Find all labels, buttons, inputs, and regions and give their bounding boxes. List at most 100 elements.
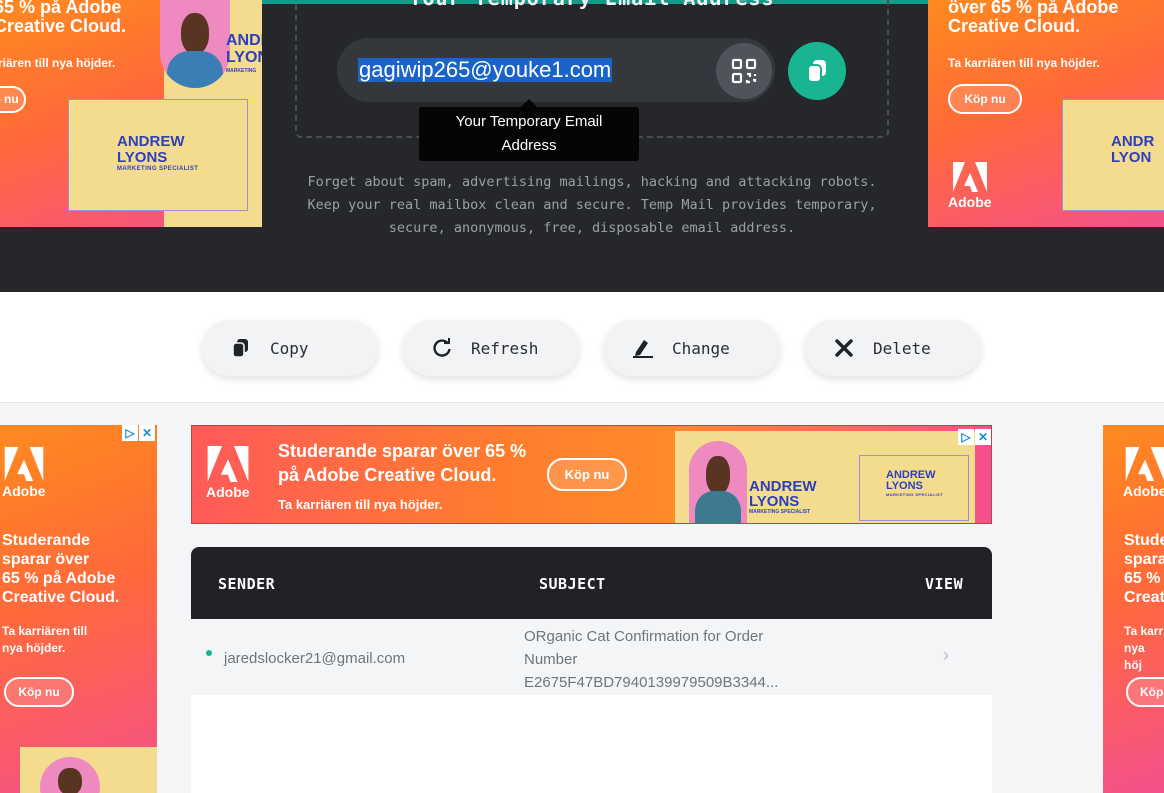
ad-card-name-line-2: LYONS [117,149,168,166]
ad-subtext: Ta karriären till nya höjder. [948,56,1100,70]
ad-poster-name-line-1: ANDR [226,32,262,49]
ad-cta-button[interactable]: Köp [1126,677,1164,707]
ad-side-left[interactable]: ▷ ✕ Adobe Studerande sparar över 65 % på … [0,425,157,793]
qr-code-button[interactable] [716,43,772,99]
ad-close-icon[interactable]: ✕ [139,425,155,441]
ad-subtext: Ta karriären till nya höjder. [278,497,443,512]
ad-business-card: ANDREW LYONS MARKETING SPECIALIST [859,455,969,521]
inbox-table: SENDER SUBJECT VIEW jaredslocker21@gmail… [191,547,992,793]
pen-icon [632,337,654,359]
ad-choices[interactable]: ▷ ✕ [958,429,991,445]
email-tooltip: Your Temporary Email Address [419,99,639,161]
change-button[interactable]: Change [604,320,780,376]
adobe-logo: Adobe [1123,447,1164,499]
copy-button[interactable]: Copy [202,320,378,376]
ad-poster-name: ANDR LYONS [226,32,262,66]
copy-icon [807,60,826,83]
column-sender: SENDER [218,575,276,593]
ad-poster-name-line-2: LYONS [226,49,262,66]
ad-card-name: ANDR LYON [1111,134,1154,166]
ad-cta-button[interactable]: Köp nu [948,84,1022,114]
refresh-icon [431,337,453,359]
ad-subtext: riären till nya höjder. [0,56,116,70]
ad-info-icon[interactable]: ▷ [958,429,974,445]
action-bar: Copy Refresh Change Delete [0,292,1164,403]
refresh-button-label: Refresh [471,338,539,358]
adobe-logo: Adobe [948,162,992,210]
ad-business-card: ANDR LYON [1062,99,1164,211]
delete-button-label: Delete [873,338,931,358]
mail-sender: jaredslocker21@gmail.com [224,650,406,667]
change-button-label: Change [672,338,730,358]
adobe-icon [1125,447,1164,481]
ad-cta-button[interactable]: Köp nu [4,677,74,707]
ad-subtext: Ta karr nya höj [1124,624,1164,672]
ad-card-name-line-2: LYONS [886,480,923,492]
ad-person-image [40,757,100,793]
ad-close-icon[interactable]: ✕ [975,429,991,445]
ad-poster: ANDREW LYONS MARKETING SPECIALIST ANDREW… [675,431,975,523]
ad-choices[interactable]: ▷ ✕ [122,425,155,441]
adobe-wordmark: Adobe [206,484,250,500]
ad-card-role: MARKETING SPECIALIST [117,166,199,172]
ad-name-role: MARKETING SPECIALIST [749,509,811,515]
ad-card-name: ANDREW LYONS MARKETING SPECIALIST [117,133,199,173]
adobe-wordmark: Adobe [1123,483,1164,499]
hero-section: Your Temporary Email Address gagiwip265@… [0,0,1164,292]
hero-title: Your Temporary Email Address [296,0,888,10]
ad-headline: Studerande sparar över 65 % på Adobe Cre… [278,441,527,485]
ad-cta-button[interactable]: Köp nu [547,458,627,491]
ad-headline: Studerande sparar över 65 % på Adobe Cre… [2,532,120,606]
copy-icon [230,337,252,359]
ad-poster [20,747,157,793]
copy-button-label: Copy [270,338,309,358]
ad-headline: Studera sparar 65 % på Creati [1124,532,1164,606]
adobe-logo: Adobe [206,446,250,500]
table-row[interactable]: jaredslocker21@gmail.com ORganic Cat Con… [191,619,992,695]
ad-name-line-2: LYONS [749,493,800,510]
ad-business-card: ANDREW LYONS MARKETING SPECIALIST [68,99,248,211]
adobe-icon [207,446,249,482]
ad-person-image [160,0,230,88]
copy-email-button[interactable] [788,42,846,100]
ad-card-name: ANDREW LYONS MARKETING SPECIALIST [886,470,943,498]
ad-card-name-line-2: LYON [1111,149,1152,166]
ad-card-name-line-1: ANDREW [117,133,185,150]
ad-subtext: Ta karriären till nya höjder. [2,624,88,655]
ad-top-left[interactable]: 65 % på Adobe Creative Cloud. riären til… [0,0,262,227]
ad-poster-role: MARKETING [226,68,257,74]
adobe-wordmark: Adobe [948,194,992,210]
ad-info-icon[interactable]: ▷ [122,425,138,441]
hero-description-line-2: Keep your real mailbox clean and secure.… [307,197,877,213]
ad-card-role: MARKETING SPECIALIST [886,492,943,497]
refresh-button[interactable]: Refresh [403,320,579,376]
ad-banner[interactable]: Adobe Studerande sparar över 65 % på Ado… [191,425,992,524]
ad-top-right[interactable]: över 65 % på Adobe Creative Cloud. Ta ka… [928,0,1164,227]
email-address-text[interactable]: gagiwip265@youke1.com [358,58,613,82]
hero-description: Forget about spam, advertising mailings,… [290,171,894,240]
chevron-right-icon[interactable]: › [943,645,949,666]
column-subject: SUBJECT [539,575,606,593]
mail-subject: ORganic Cat Confirmation for Order Numbe… [524,628,779,691]
adobe-icon [4,447,44,481]
ad-side-right[interactable]: Adobe Studera sparar 65 % på Creati Ta k… [1103,425,1164,793]
unread-indicator [206,650,212,656]
ad-card-name-line-1: ANDR [1111,133,1155,150]
inbox-header: SENDER SUBJECT VIEW [191,547,992,619]
qr-code-icon [731,58,757,84]
hero-description-line-1: Forget about spam, advertising mailings,… [307,174,877,190]
adobe-icon [952,162,987,192]
ad-cta-button[interactable]: Köp nu [0,86,26,113]
tooltip-text: Your Temporary Email Address [455,113,603,154]
ad-name-line-1: ANDREW [749,478,817,495]
ad-headline: över 65 % på Adobe Creative Cloud. [948,0,1119,36]
hero-description-line-3: secure, anonymous, free, disposable emai… [388,220,796,236]
adobe-wordmark: Adobe [2,483,46,499]
ad-headline: 65 % på Adobe Creative Cloud. [0,0,127,36]
adobe-logo: Adobe [2,447,46,499]
ad-person-image [689,441,747,523]
email-address-field[interactable]: gagiwip265@youke1.com [337,38,775,102]
close-icon [833,337,855,359]
ad-name-block: ANDREW LYONS MARKETING SPECIALIST [749,479,817,515]
delete-button[interactable]: Delete [805,320,981,376]
